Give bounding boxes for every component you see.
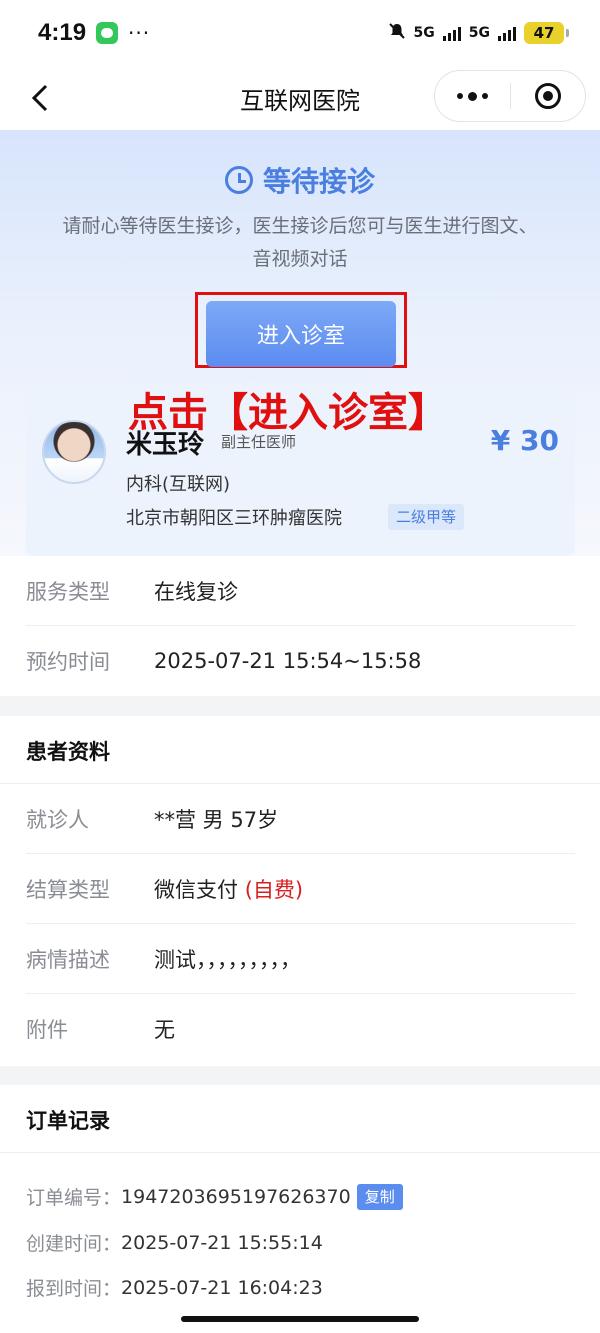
status-right: 5G 5G 47 — [388, 22, 569, 44]
order-record-title: 订单记录 — [26, 1109, 110, 1133]
settlement-value: 微信支付 (自费) — [154, 874, 303, 904]
consult-price: ¥ 30 — [490, 424, 559, 457]
doctor-avatar — [42, 420, 106, 484]
attachment-row: 附件 无 — [26, 994, 575, 1064]
appointment-time-value: 2025-07-21 15:54~15:58 — [154, 649, 422, 673]
checkin-time-label: 报到时间： — [26, 1278, 122, 1300]
order-record-header: 订单记录 — [0, 1085, 600, 1153]
order-number-value: 1947203695197626370 — [121, 1185, 351, 1208]
visitor-label: 就诊人 — [26, 807, 89, 832]
doctor-department: 内科(互联网) — [126, 474, 231, 495]
signal-icon-2 — [498, 25, 516, 41]
doctor-hospital: 北京市朝阳区三环肿瘤医院 — [126, 508, 342, 529]
settlement-method: 微信支付 — [154, 877, 238, 902]
mini-program-capsule — [434, 70, 586, 122]
order-number-label: 订单编号： — [26, 1187, 122, 1209]
checkin-time-value: 2025-07-21 16:04:23 — [121, 1276, 323, 1299]
more-button[interactable] — [435, 71, 510, 121]
appointment-time-label: 预约时间 — [26, 650, 110, 674]
visitor-value: **营 男 57岁 — [154, 807, 279, 832]
checkin-time-line: 报到时间： 2025-07-21 16:04:23 — [26, 1274, 323, 1301]
patient-info-title: 患者资料 — [26, 740, 110, 764]
settlement-row: 结算类型 微信支付 (自费) — [26, 854, 575, 924]
back-button[interactable] — [20, 78, 60, 118]
network-label-1: 5G — [413, 25, 435, 41]
annotation-text: 点击【进入诊室】 — [128, 390, 448, 436]
settlement-label: 结算类型 — [26, 877, 110, 902]
copy-button[interactable]: 复制 — [356, 1183, 403, 1210]
service-type-row: 服务类型 在线复诊 — [26, 556, 575, 626]
target-circle-icon — [534, 83, 561, 109]
appointment-time-row: 预约时间 2025-07-21 15:54~15:58 — [26, 626, 575, 696]
wait-status-title: 等待接诊 — [0, 160, 600, 200]
close-mini-program-button[interactable] — [511, 71, 586, 121]
created-time-value: 2025-07-21 15:55:14 — [121, 1231, 323, 1254]
attachment-label: 附件 — [26, 1018, 68, 1042]
patient-info-header: 患者资料 — [0, 716, 600, 784]
battery-indicator: 47 — [524, 22, 569, 44]
enter-consult-room-button[interactable]: 进入诊室 — [206, 301, 396, 367]
message-app-icon — [96, 22, 119, 44]
clock-icon — [224, 166, 253, 194]
signal-icon-1 — [442, 25, 461, 41]
service-type-label: 服务类型 — [26, 579, 110, 604]
visitor-row: 就诊人 **营 男 57岁 — [26, 784, 575, 854]
status-left: 4:19 ··· — [38, 19, 150, 47]
service-type-value: 在线复诊 — [154, 579, 238, 604]
nav-bar: 互联网医院 — [0, 66, 600, 130]
wait-description: 请耐心等待医生接诊，医生接诊后您可与医生进行图文、音视频对话 — [62, 215, 538, 270]
status-bar: 4:19 ··· 5G 5G 47 — [0, 0, 600, 66]
condition-label: 病情描述 — [26, 947, 110, 972]
hospital-level-badge: 二级甲等 — [388, 504, 465, 530]
chevron-left-icon — [31, 84, 48, 112]
patient-info-section: 就诊人 **营 男 57岁 结算类型 微信支付 (自费) 病情描述 测试，，，，… — [0, 784, 600, 1066]
status-time: 4:19 — [38, 19, 87, 46]
wait-title-text: 等待接诊 — [262, 165, 375, 198]
home-indicator — [181, 1316, 419, 1322]
order-number-line: 订单编号： 1947203695197626370 复制 — [26, 1183, 403, 1210]
page-title: 互联网医院 — [240, 86, 360, 115]
status-dots: ··· — [128, 21, 151, 45]
created-time-label: 创建时间： — [26, 1233, 122, 1255]
mute-bell-icon — [388, 22, 406, 44]
service-info-section: 服务类型 在线复诊 预约时间 2025-07-21 15:54~15:58 — [0, 556, 600, 696]
order-record-section: 订单编号： 1947203695197626370 复制 创建时间： 2025-… — [0, 1153, 600, 1333]
condition-value: 测试，，，，，，，，， — [154, 947, 301, 972]
self-pay-tag: (自费) — [244, 877, 304, 902]
condition-row: 病情描述 测试，，，，，，，，， — [26, 924, 575, 994]
attachment-value: 无 — [154, 1018, 175, 1042]
created-time-line: 创建时间： 2025-07-21 15:55:14 — [26, 1229, 323, 1256]
network-label-2: 5G — [468, 25, 490, 41]
